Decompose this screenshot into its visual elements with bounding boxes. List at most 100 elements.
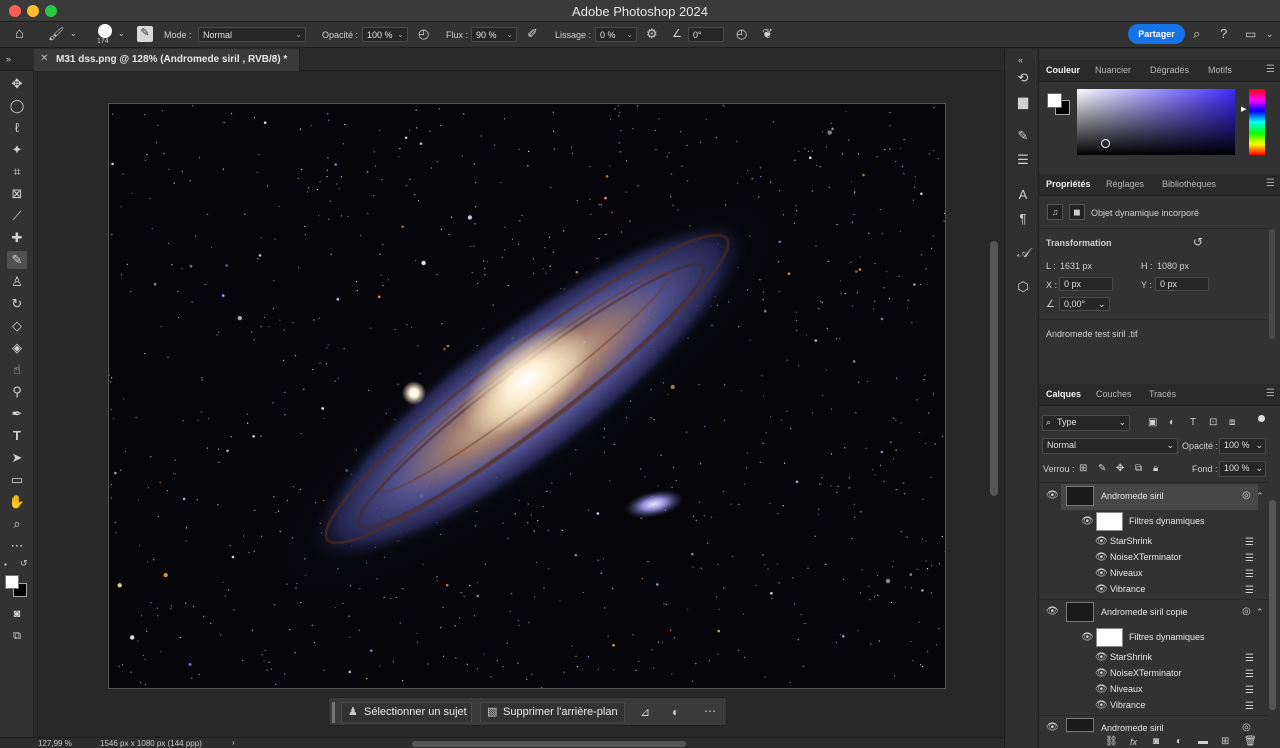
clone-stamp-tool-icon[interactable]: ♙ (7, 273, 27, 291)
marquee-tool-icon[interactable]: ◯ (7, 97, 27, 115)
chevron-right-icon[interactable]: › (232, 738, 235, 747)
new-layer-icon[interactable]: ⊞ (1221, 735, 1229, 748)
filter-name[interactable]: StarShrink (1110, 536, 1152, 546)
quick-mask-icon[interactable]: ◙ (7, 605, 27, 623)
3d-panel-icon[interactable]: ⬡ (1014, 278, 1032, 296)
angle-dropdown-chevron-icon[interactable]: ⌄ (1094, 297, 1110, 311)
panel-menu-icon[interactable]: ☰ (1266, 388, 1275, 399)
visibility-eye-icon[interactable]: 👁︎ (1046, 722, 1059, 733)
expand-panels-icon[interactable]: « (1018, 53, 1023, 67)
close-icon[interactable]: ✕ (40, 53, 48, 64)
lock-icon[interactable]: 🔒︎ (1153, 462, 1158, 476)
transform-icon[interactable]: ⊿ (640, 705, 650, 719)
airbrush-icon[interactable]: ✐ (527, 27, 538, 41)
filter-options-icon[interactable]: ☰ (1245, 684, 1254, 698)
opacity-field[interactable]: 100 % ⌄ (362, 27, 408, 42)
tab-bibliotheques[interactable]: Bibliothèques (1162, 179, 1216, 189)
visibility-eye-icon[interactable]: 👁︎ (1095, 536, 1108, 547)
height-value[interactable]: 1080 px (1157, 261, 1189, 271)
smudge-tool-icon[interactable]: ☝ (7, 361, 27, 379)
pen-tool-icon[interactable]: ✒ (7, 405, 27, 423)
visibility-eye-icon[interactable]: 👁︎ (1095, 700, 1108, 711)
collapse-chevron-icon[interactable]: ⌃ (1256, 605, 1264, 619)
filter-options-icon[interactable]: ☰ (1245, 552, 1254, 566)
canvas-area[interactable] (35, 71, 1004, 737)
horizontal-scrollbar[interactable] (412, 741, 686, 747)
add-mask-icon[interactable]: ◙ (1153, 735, 1159, 748)
flow-field[interactable]: 90 % ⌄ (471, 27, 517, 42)
filter-name[interactable]: Niveaux (1110, 568, 1143, 578)
visibility-eye-icon[interactable]: 👁︎ (1095, 568, 1108, 579)
reset-transform-icon[interactable]: ↺ (1193, 235, 1203, 249)
character-panel-icon[interactable]: A (1014, 186, 1032, 204)
visibility-eye-icon[interactable]: 👁︎ (1081, 516, 1094, 527)
filter-pixel-icon[interactable]: ▣ (1148, 416, 1157, 430)
mask-icon[interactable]: ◼ (1069, 204, 1085, 220)
symmetry-icon[interactable]: ❦ (762, 27, 773, 41)
blend-mode-select[interactable]: Normal ⌄ (1042, 438, 1178, 454)
y-field[interactable]: 0 px (1155, 277, 1209, 291)
tab-couches[interactable]: Couches (1096, 389, 1132, 399)
filter-options-icon[interactable]: ☰ (1245, 700, 1254, 714)
layer-name[interactable]: Andromede siril (1101, 723, 1164, 733)
tab-degrades[interactable]: Dégradés (1150, 65, 1189, 75)
filter-options-icon[interactable]: ☰ (1245, 536, 1254, 550)
filter-options-icon[interactable]: ☰ (1245, 584, 1254, 598)
remove-background-button[interactable]: ▧ Supprimer l'arrière-plan (480, 702, 625, 723)
filter-shape-icon[interactable]: ⊡ (1209, 416, 1217, 430)
width-value[interactable]: 1631 px (1060, 261, 1092, 271)
filter-name[interactable]: Vibrance (1110, 700, 1145, 710)
collapse-toolbar-icon[interactable]: » (6, 52, 11, 66)
hand-tool-icon[interactable]: ✋ (7, 493, 27, 511)
type-tool-icon[interactable]: T (7, 427, 27, 445)
document-tab[interactable]: ✕ M31 dss.png @ 128% (Andromede siril , … (34, 49, 300, 71)
task-bar-handle[interactable] (332, 702, 335, 723)
history-brush-tool-icon[interactable]: ↻ (7, 295, 27, 313)
home-icon[interactable]: ⌂ (15, 26, 24, 41)
help-icon[interactable]: ? (1220, 27, 1227, 41)
tab-motifs[interactable]: Motifs (1208, 65, 1232, 75)
frame-tool-icon[interactable]: ⊠ (7, 185, 27, 203)
filter-toggle[interactable] (1258, 415, 1265, 422)
move-tool-icon[interactable]: ✥ (7, 75, 27, 93)
tab-proprietes[interactable]: Propriétés (1046, 179, 1091, 189)
zoom-tool-icon[interactable]: ⌕ (7, 515, 27, 533)
filter-options-icon[interactable]: ☰ (1245, 568, 1254, 582)
visibility-eye-icon[interactable]: 👁︎ (1095, 684, 1108, 695)
share-button[interactable]: Partager (1128, 24, 1185, 44)
eraser-tool-icon[interactable]: ◇ (7, 317, 27, 335)
swap-colors-icon[interactable]: ↺ (20, 558, 28, 569)
filter-name[interactable]: Vibrance (1110, 584, 1145, 594)
lock-position-icon[interactable]: ✥ (1116, 462, 1124, 476)
vertical-scrollbar[interactable] (990, 241, 998, 496)
chevron-down-icon[interactable]: ⌄ (118, 27, 125, 41)
workspace-icon[interactable]: ▭ (1245, 27, 1256, 41)
more-tools-icon[interactable]: ⋯ (7, 537, 27, 555)
properties-scrollbar[interactable] (1269, 229, 1275, 339)
tab-traces[interactable]: Tracés (1149, 389, 1176, 399)
rectangle-tool-icon[interactable]: ▭ (7, 471, 27, 489)
chevron-down-icon[interactable]: ⌄ (1266, 27, 1274, 41)
filter-mask-thumbnail[interactable] (1096, 628, 1123, 647)
visibility-eye-icon[interactable]: 👁︎ (1046, 606, 1059, 617)
layers-scrollbar[interactable] (1269, 500, 1276, 710)
comments-panel-icon[interactable]: ▆ (1014, 93, 1032, 111)
history-panel-icon[interactable]: ⟲ (1014, 69, 1032, 87)
link-layers-icon[interactable]: ⛓ (1105, 735, 1118, 748)
search-icon[interactable]: ⌕ (1193, 27, 1200, 41)
brush-settings-panel-icon[interactable]: ✎ (1014, 127, 1032, 145)
foreground-swatch[interactable] (1047, 93, 1062, 108)
brush-tool-icon[interactable]: ✎ (7, 251, 27, 269)
document-image[interactable] (108, 103, 946, 689)
filter-type-icon[interactable]: T (1190, 416, 1196, 430)
brush-size-preview[interactable] (98, 24, 112, 38)
fill-field[interactable]: 100 % ⌄ (1219, 461, 1266, 477)
lock-transparency-icon[interactable]: ⊞ (1079, 462, 1087, 476)
screen-mode-icon[interactable]: ⧉ (7, 627, 27, 645)
smart-filters-label[interactable]: Filtres dynamiques (1129, 632, 1205, 642)
filter-options-icon[interactable]: ☰ (1245, 652, 1254, 666)
visibility-eye-icon[interactable]: 👁︎ (1095, 668, 1108, 679)
foreground-color-swatch[interactable] (5, 575, 19, 589)
visibility-eye-icon[interactable]: 👁︎ (1081, 632, 1094, 643)
fx-icon[interactable]: fx (1130, 735, 1137, 748)
